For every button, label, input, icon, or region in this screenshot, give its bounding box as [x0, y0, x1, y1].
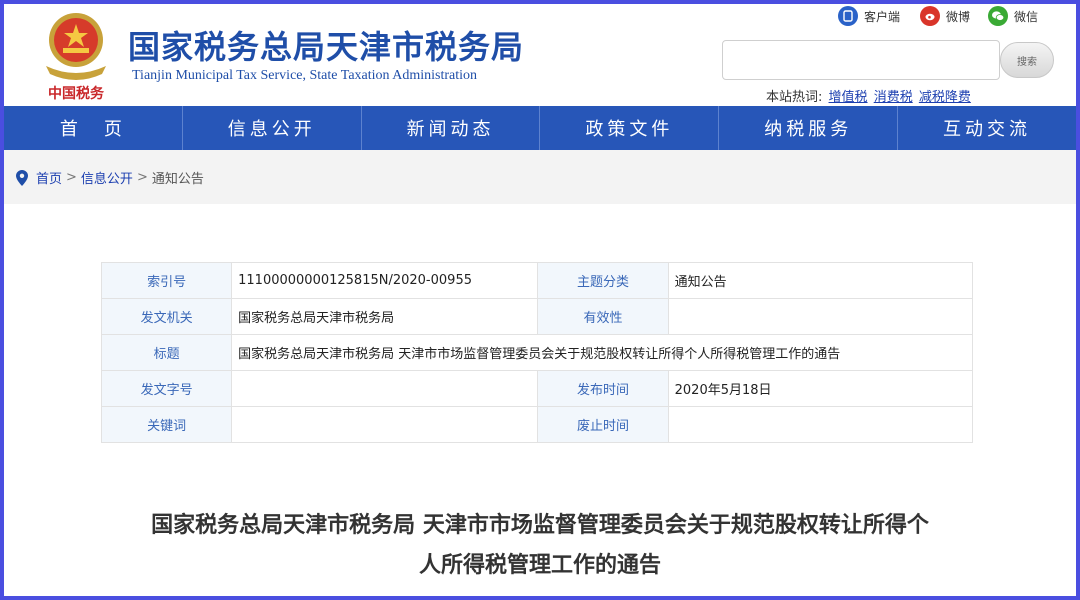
topic-value: 通知公告	[667, 262, 974, 299]
hot-word-consumption-tax[interactable]: 消费税	[874, 90, 913, 105]
keyword-value	[231, 406, 539, 443]
weibo-label: 微博	[946, 9, 971, 24]
nav-tax-service[interactable]: 纳税服务	[719, 106, 899, 150]
emblem-seal-text: 中国税务	[48, 85, 105, 102]
date-value: 2020年5月18日	[667, 370, 974, 407]
breadcrumb: 首页 > 信息公开 > 通知公告	[16, 168, 204, 187]
table-row: 索引号 11100000000125815N/2020-00955 主题分类 通…	[100, 262, 974, 299]
validity-value	[667, 298, 974, 335]
document-info-table: 索引号 11100000000125815N/2020-00955 主题分类 通…	[100, 262, 974, 443]
table-row: 标题 国家税务总局天津市税务局 天津市市场监督管理委员会关于规范股权转让所得个人…	[100, 334, 973, 371]
main-nav: 首 页 信息公开 新闻动态 政策文件 纳税服务 互动交流	[4, 106, 1076, 150]
breadcrumb-separator: >	[136, 170, 148, 185]
client-icon	[838, 6, 858, 26]
nav-home[interactable]: 首 页	[4, 106, 183, 150]
issuer-value: 国家税务总局天津市税务局	[231, 298, 539, 335]
breadcrumb-home[interactable]: 首页	[36, 168, 62, 187]
title-value: 国家税务总局天津市税务局 天津市市场监督管理委员会关于规范股权转让所得个人所得税…	[231, 334, 973, 371]
abolish-label: 废止时间	[537, 406, 669, 443]
breadcrumb-current: 通知公告	[151, 172, 204, 187]
index-value: 11100000000125815N/2020-00955	[231, 262, 539, 299]
docno-value	[231, 370, 539, 407]
topic-label: 主题分类	[537, 262, 669, 299]
document-title-line1: 国家税务总局天津市税务局 天津市市场监督管理委员会关于规范股权转让所得个	[151, 513, 929, 538]
site-subtitle: Tianjin Municipal Tax Service, State Tax…	[132, 68, 478, 83]
wechat-label: 微信	[1014, 9, 1039, 24]
docno-label: 发文字号	[100, 370, 233, 407]
date-label: 发布时间	[537, 370, 669, 407]
hot-words: 本站热词: 增值税 消费税 减税降费	[766, 86, 971, 105]
nav-interaction[interactable]: 互动交流	[898, 106, 1076, 150]
site-header: 中国税务 国家税务总局天津市税务局 Tianjin Municipal Tax …	[4, 4, 1076, 106]
location-pin-icon	[16, 169, 28, 186]
wechat-icon	[988, 6, 1008, 26]
validity-label: 有效性	[537, 298, 669, 335]
search-input[interactable]	[722, 40, 1000, 80]
national-emblem-logo[interactable]: 中国税务	[36, 8, 116, 102]
hot-word-vat[interactable]: 增值税	[829, 90, 868, 105]
client-label: 客户端	[864, 9, 901, 24]
hot-word-tax-cut[interactable]: 减税降费	[919, 90, 971, 105]
weibo-link[interactable]: 微博	[920, 6, 970, 26]
nav-news[interactable]: 新闻动态	[362, 106, 541, 150]
wechat-link[interactable]: 微信	[988, 6, 1038, 26]
keyword-label: 关键词	[100, 406, 233, 443]
weibo-icon	[920, 6, 940, 26]
document-title-line2: 人所得税管理工作的通告	[418, 553, 661, 578]
breadcrumb-bar: 首页 > 信息公开 > 通知公告	[4, 150, 1076, 204]
table-row: 关键词 废止时间	[100, 406, 974, 443]
issuer-label: 发文机关	[100, 298, 233, 335]
breadcrumb-info-disclosure[interactable]: 信息公开	[81, 168, 133, 187]
nav-policy[interactable]: 政策文件	[540, 106, 720, 150]
document-title: 国家税务总局天津市税务局 天津市市场监督管理委员会关于规范股权转让所得个 人所得…	[100, 506, 980, 586]
site-title[interactable]: 国家税务总局天津市税务局	[128, 22, 524, 68]
search-button[interactable]: 搜索	[1000, 42, 1054, 78]
hot-words-label: 本站热词:	[766, 90, 823, 105]
page-frame: 中国税务 国家税务总局天津市税务局 Tianjin Municipal Tax …	[4, 4, 1076, 596]
abolish-value	[667, 406, 974, 443]
table-row: 发文机关 国家税务总局天津市税务局 有效性	[100, 298, 974, 335]
client-link[interactable]: 客户端	[838, 6, 900, 26]
table-row: 发文字号 发布时间 2020年5月18日	[100, 370, 974, 407]
emblem-icon: 中国税务	[46, 13, 106, 102]
breadcrumb-separator: >	[66, 170, 77, 185]
index-label: 索引号	[100, 262, 233, 299]
nav-info-disclosure[interactable]: 信息公开	[183, 106, 362, 150]
title-label: 标题	[100, 334, 233, 371]
